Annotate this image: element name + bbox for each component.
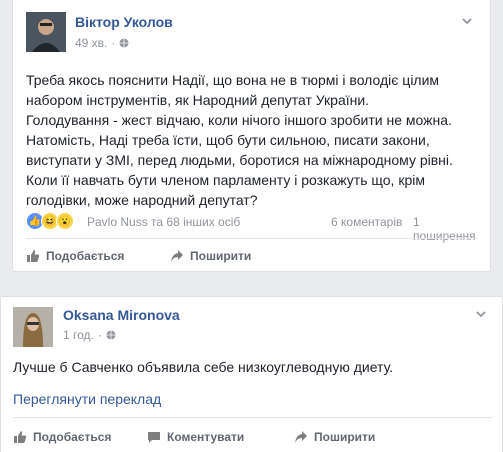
- post-paragraph: Натомість, Наді треба їсти, щоб бути сил…: [26, 132, 453, 168]
- thumbs-up-icon: [14, 431, 27, 443]
- post-timestamp[interactable]: 1 год.: [63, 328, 94, 342]
- like-button-label: Подобається: [33, 430, 112, 444]
- thumbs-up-icon: [27, 250, 40, 262]
- post-meta: 49 хв. ·: [75, 36, 129, 50]
- comments-count-link[interactable]: 6 коментарів: [331, 215, 402, 229]
- author-avatar[interactable]: [26, 12, 66, 52]
- globe-icon: [106, 330, 116, 340]
- post-actions: Подобається Поширити: [26, 246, 478, 266]
- reactions-bar: 👍 😆 😮 Pavlo Nuss та 68 інших осіб 6 коме…: [26, 212, 478, 243]
- comment-bubble-icon: [148, 432, 160, 443]
- share-button[interactable]: Поширити: [294, 430, 375, 444]
- post-paragraph: Треба якось пояснити Надії, що вона не в…: [26, 72, 440, 108]
- share-button-label: Поширити: [190, 249, 252, 263]
- share-arrow-icon: [295, 431, 307, 443]
- post-meta: 1 год. ·: [63, 328, 116, 342]
- author-avatar[interactable]: [13, 307, 53, 347]
- post-paragraph: Коли її навчать бути членом парламенту і…: [26, 172, 425, 208]
- post-actions: Подобається Коментувати Поширити: [13, 427, 492, 447]
- post-timestamp[interactable]: 49 хв.: [75, 36, 107, 50]
- post-paragraph: Голодування - жест відчаю, коли нічого і…: [26, 112, 452, 128]
- author-name-link[interactable]: Oksana Mironova: [63, 307, 180, 323]
- share-button-label: Поширити: [314, 430, 376, 444]
- like-button-label: Подобається: [46, 249, 125, 263]
- comment-button[interactable]: Коментувати: [147, 430, 244, 444]
- chevron-down-icon[interactable]: [460, 14, 474, 28]
- chevron-down-icon[interactable]: [474, 307, 488, 321]
- like-button[interactable]: Подобається: [13, 430, 111, 444]
- wow-reaction-icon: 😮: [56, 212, 74, 230]
- divider: [13, 417, 492, 418]
- post-text: Треба якось пояснити Надії, що вона не в…: [26, 70, 478, 210]
- globe-icon: [119, 38, 129, 48]
- share-button[interactable]: Поширити: [170, 249, 251, 263]
- reactors-link[interactable]: Pavlo Nuss та 68 інших осіб: [87, 215, 240, 229]
- see-translation-link[interactable]: Переглянути переклад: [13, 391, 161, 407]
- post-text: Лучше б Савченко объявила себе низкоугле…: [13, 359, 394, 375]
- share-arrow-icon: [171, 250, 183, 262]
- comment-card: Oksana Mironova 1 год. · Лучше б Савченк…: [0, 296, 503, 452]
- post-card: Віктор Уколов 49 хв. · Треба якось поясн…: [12, 0, 491, 272]
- divider: [26, 238, 478, 239]
- comment-button-label: Коментувати: [167, 430, 245, 444]
- like-button[interactable]: Подобається: [26, 249, 124, 263]
- reaction-icons[interactable]: 👍 😆 😮: [26, 212, 74, 230]
- author-name-link[interactable]: Віктор Уколов: [75, 14, 173, 30]
